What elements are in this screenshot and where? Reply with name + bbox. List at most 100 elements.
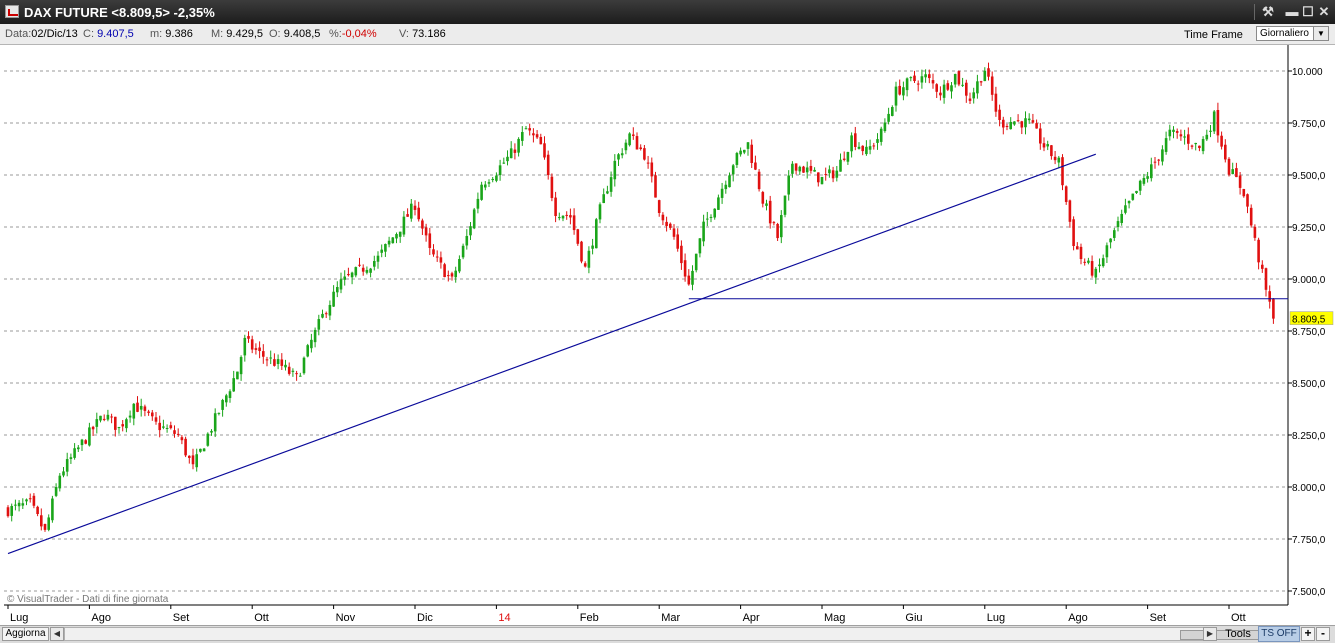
tools-button[interactable]: Tools: [1220, 627, 1256, 641]
candle-body: [587, 250, 591, 268]
zoom-in-button[interactable]: +: [1301, 627, 1315, 641]
candle-body: [595, 219, 598, 249]
trendline: [7, 153, 1096, 555]
candle-body: [650, 162, 654, 177]
volume-readout: V: 73.186: [399, 28, 446, 40]
candle-body: [739, 150, 742, 155]
horizontal-scrollbar[interactable]: [64, 627, 1262, 641]
open-value: 9.408,5: [283, 28, 321, 40]
candle-body: [17, 502, 21, 507]
chart-canvas[interactable]: 10.000 9.750,0 9.500,0 9.250,0 9.000,0 8.750,…: [0, 45, 1335, 625]
candle-body: [513, 149, 517, 153]
candle-body: [694, 253, 698, 271]
candle-body: [435, 256, 439, 258]
candle-body: [672, 228, 676, 237]
x-tick-label: Ago: [91, 612, 111, 624]
zoom-out-button[interactable]: -: [1316, 627, 1330, 641]
candle-body: [1035, 123, 1038, 129]
candle-body: [946, 83, 950, 90]
candle-body: [321, 313, 324, 318]
dropdown-arrow-icon[interactable]: ▼: [1313, 27, 1328, 40]
candle-body: [724, 184, 728, 190]
candle-body: [1064, 186, 1068, 202]
candle-body: [58, 475, 62, 489]
candle-body: [147, 411, 150, 413]
candle-body: [306, 345, 309, 357]
candle-body: [1246, 194, 1249, 207]
candle-body: [276, 359, 280, 364]
candle-body: [757, 171, 761, 190]
candle-body: [354, 267, 358, 276]
timeframe-select[interactable]: Giornaliero ▼: [1256, 26, 1329, 41]
candle-body: [384, 244, 387, 252]
candle-body: [1205, 134, 1209, 140]
candle-body: [1220, 135, 1223, 147]
candle-body: [543, 143, 546, 158]
candle-body: [1253, 226, 1257, 238]
candle-body: [939, 92, 942, 96]
candle-body: [439, 257, 443, 263]
candle-body: [365, 269, 369, 273]
y-tick-label: 8.250,0: [1292, 431, 1326, 442]
candle-body: [731, 165, 735, 175]
scroll-left-icon[interactable]: ◀: [50, 627, 64, 641]
candle-body: [539, 136, 543, 145]
window-title: DAX FUTURE <8.809,5> -2,35%: [24, 5, 215, 20]
x-tick-label: Mar: [661, 612, 680, 624]
tools-icon[interactable]: ⚒: [1259, 3, 1277, 21]
candle-body: [639, 147, 642, 149]
candle-body: [225, 395, 228, 403]
candle-body: [572, 215, 576, 231]
candle-body: [1039, 128, 1042, 144]
candle-body: [199, 448, 202, 452]
candle-body: [302, 357, 306, 374]
candle-body: [509, 148, 513, 159]
candle-body: [1016, 120, 1020, 122]
candle-body: [798, 166, 802, 172]
candle-body: [143, 406, 147, 411]
candle-body: [458, 259, 461, 272]
candle-body: [395, 234, 398, 239]
candle-body: [606, 191, 609, 194]
candle-body: [1150, 164, 1153, 179]
candle-body: [831, 170, 835, 179]
candle-body: [965, 82, 968, 96]
candle-body: [524, 128, 528, 130]
close-icon[interactable]: ✕: [1315, 3, 1333, 21]
candle-body: [1175, 131, 1179, 133]
candle-body: [73, 448, 76, 458]
ts-off-button[interactable]: TS OFF: [1258, 626, 1300, 642]
x-tick-label: Lug: [10, 612, 28, 624]
candle-body: [25, 499, 28, 502]
candle-body: [1083, 261, 1086, 263]
candle-body: [713, 208, 716, 218]
date-readout: Data:02/Dic/13: [5, 28, 78, 40]
price-chart[interactable]: 10.000 9.750,0 9.500,0 9.250,0 9.000,0 8.750,…: [0, 45, 1335, 625]
update-button[interactable]: Aggiorna: [2, 627, 49, 641]
candle-body: [613, 160, 617, 180]
candle-body: [972, 92, 975, 99]
candle-body: [1042, 143, 1046, 148]
candle-body: [10, 505, 13, 516]
candle-body: [942, 84, 946, 98]
candle-body: [546, 154, 550, 176]
open-readout: O: 9.408,5: [269, 28, 320, 40]
candle-body: [517, 138, 520, 153]
candle-body: [40, 515, 43, 527]
candle-body: [865, 146, 868, 155]
candle-body: [935, 84, 938, 92]
candle-body: [990, 76, 994, 95]
candle-body: [339, 279, 343, 290]
scroll-right-icon[interactable]: ▶: [1203, 627, 1217, 641]
candle-body: [491, 178, 494, 181]
candle-body: [1209, 130, 1212, 132]
candle-body: [428, 233, 432, 248]
candle-body: [1194, 142, 1197, 145]
candle-body: [269, 357, 272, 359]
candle-body: [1242, 189, 1246, 197]
candle-body: [794, 163, 798, 171]
candle-body: [654, 175, 657, 198]
candle-body: [262, 351, 265, 357]
candle-body: [750, 144, 753, 164]
candle-body: [772, 222, 776, 224]
